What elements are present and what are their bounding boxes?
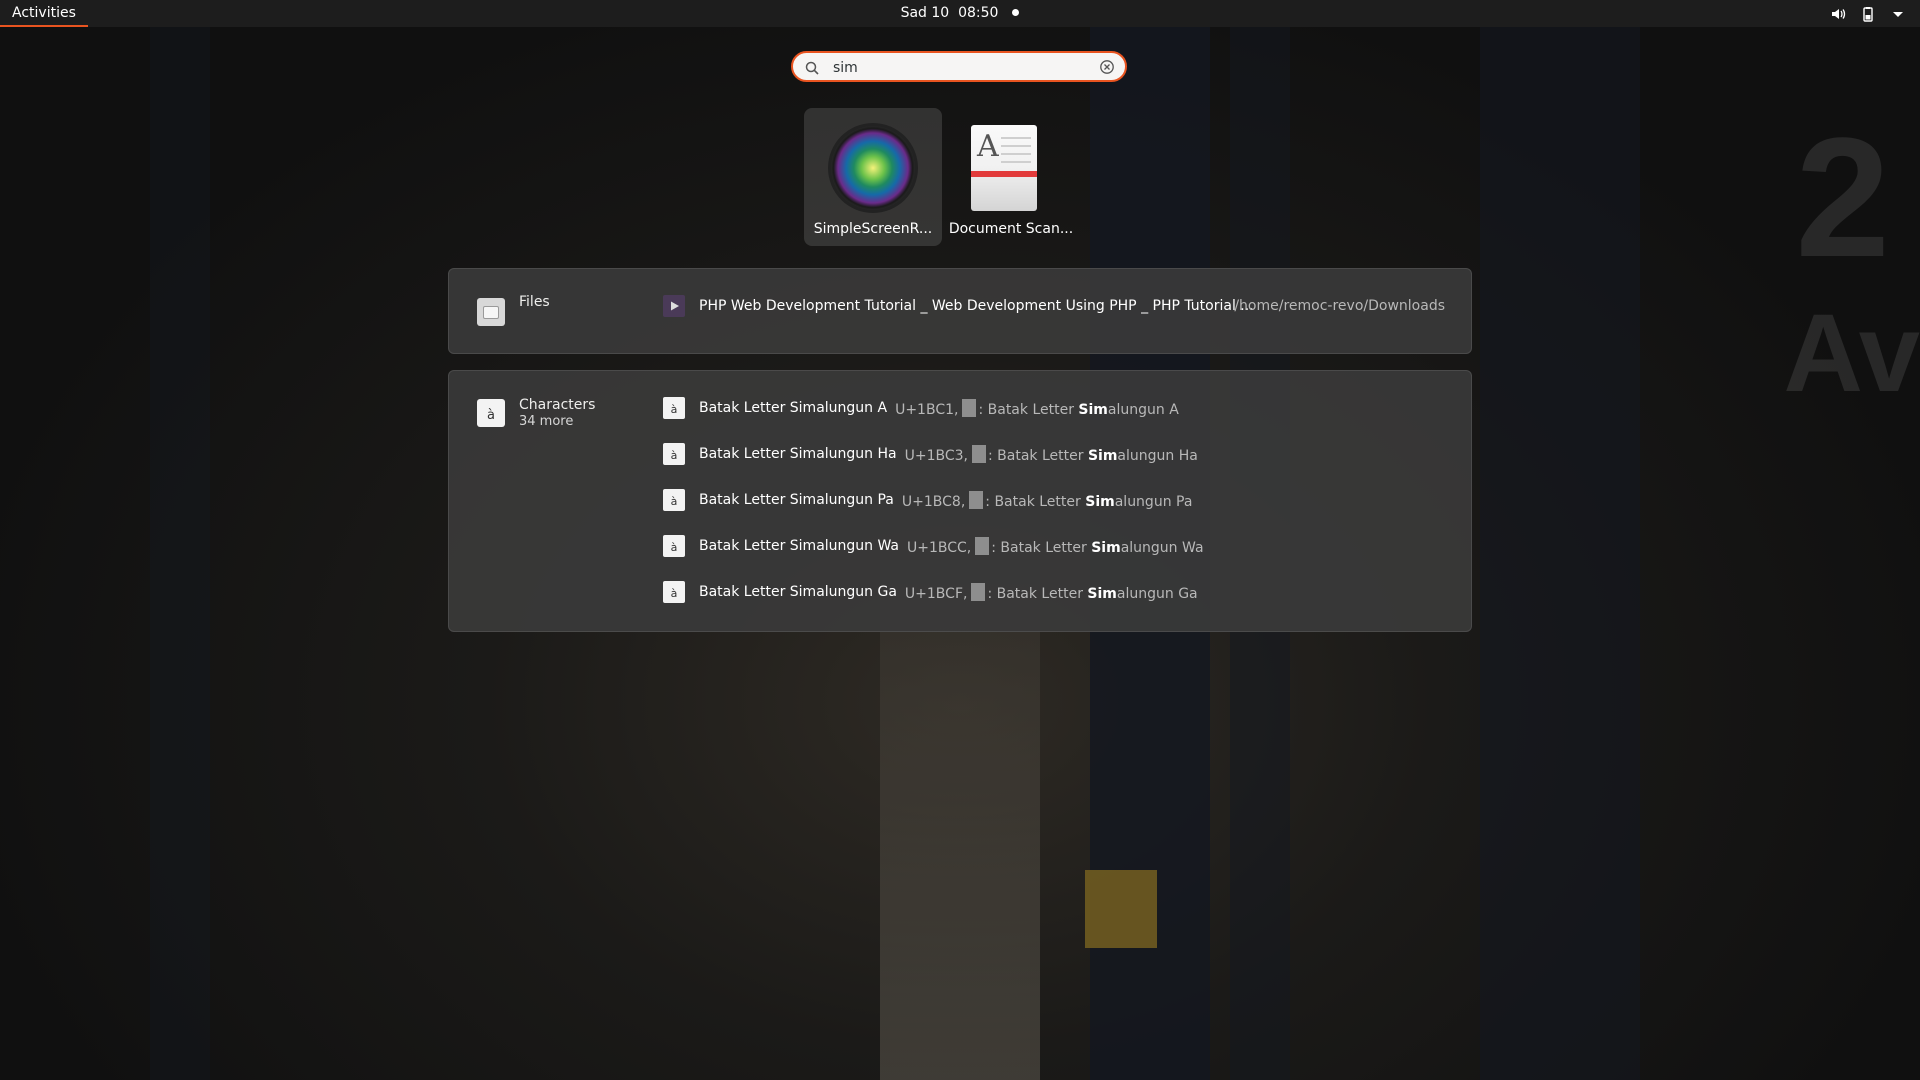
characters-app-icon[interactable]: à <box>477 399 505 427</box>
clear-search-icon[interactable] <box>1099 59 1115 79</box>
document-scanner-icon: A <box>971 125 1037 211</box>
file-result[interactable]: PHP Web Development Tutorial _ Web Devel… <box>663 294 1254 318</box>
char-code: U+1BC3, <box>904 447 968 464</box>
file-result-title: PHP Web Development Tutorial _ Web Devel… <box>699 298 1254 314</box>
search-entry[interactable] <box>791 51 1127 82</box>
desc-post: alungun Wa <box>1120 539 1204 556</box>
character-result[interactable]: à Batak Letter Simalungun Ga U+1BCF, : Ba… <box>663 580 1198 604</box>
file-result-path: /home/remoc-revo/Downloads <box>1234 298 1445 314</box>
system-tray[interactable] <box>1830 0 1906 27</box>
character-icon: à <box>663 397 685 419</box>
character-result[interactable]: à Batak Letter Simalungun A U+1BC1, : Bat… <box>663 396 1179 420</box>
character-description: U+1BCC, : Batak Letter Simalungun Wa <box>907 536 1204 556</box>
app-results: SimpleScreenR... A Document Scan... <box>804 108 1080 246</box>
app-result-simplescreenrecorder[interactable]: SimpleScreenR... <box>804 108 942 246</box>
character-icon: à <box>663 443 685 465</box>
char-code: U+1BC8, <box>901 493 966 510</box>
desc-post: alungun Ga <box>1116 585 1198 602</box>
camera-lens-icon <box>828 123 918 213</box>
character-description: U+1BC8, : Batak Letter Simalungun Pa <box>901 490 1193 510</box>
desc-pre: : Batak Letter <box>987 447 1088 464</box>
more-results-link[interactable]: 34 more <box>519 414 573 429</box>
character-title: Batak Letter Simalungun Pa <box>699 492 894 508</box>
search-input[interactable] <box>831 56 1095 79</box>
desc-match: Sim <box>1085 493 1115 510</box>
missing-glyph-box <box>971 582 986 601</box>
character-description: U+1BC3, : Batak Letter Simalungun Ha <box>904 444 1198 464</box>
characters-glyph: à <box>487 408 495 423</box>
char-glyph: à <box>670 449 678 462</box>
missing-glyph-box <box>969 490 984 509</box>
clock-button[interactable]: Sad 10 08:50 <box>901 5 1020 21</box>
char-glyph: à <box>670 403 678 416</box>
missing-glyph-box <box>962 398 977 417</box>
character-result[interactable]: à Batak Letter Simalungun Ha U+1BC3, : Ba… <box>663 442 1198 466</box>
desc-post: alungun Ha <box>1117 447 1198 464</box>
desc-post: alungun A <box>1107 401 1179 418</box>
files-app-icon[interactable] <box>477 298 505 326</box>
app-result-document-scanner[interactable]: A Document Scan... <box>942 108 1080 246</box>
missing-glyph-box <box>975 536 990 555</box>
battery-icon[interactable] <box>1860 6 1876 22</box>
char-glyph: à <box>670 587 678 600</box>
notification-dot-icon <box>1012 9 1020 16</box>
char-glyph: à <box>670 495 678 508</box>
desc-pre: : Batak Letter <box>987 585 1088 602</box>
app-label: SimpleScreenR... <box>813 221 933 237</box>
character-description: U+1BCF, : Batak Letter Simalungun Ga <box>904 582 1198 602</box>
desc-match: Sim <box>1091 539 1121 556</box>
character-result[interactable]: à Batak Letter Simalungun Pa U+1BC8, : Ba… <box>663 488 1192 512</box>
video-file-icon <box>663 295 685 317</box>
character-title: Batak Letter Simalungun Ha <box>699 446 897 462</box>
desc-match: Sim <box>1078 401 1108 418</box>
clock-label: Sad 10 08:50 <box>900 5 999 21</box>
search-icon <box>805 60 819 79</box>
app-label: Document Scan... <box>948 221 1074 237</box>
desc-pre: : Batak Letter <box>985 493 1086 510</box>
character-title: Batak Letter Simalungun A <box>699 400 888 416</box>
provider-name: Files <box>519 294 550 310</box>
desc-pre: : Batak Letter <box>991 539 1092 556</box>
char-code: U+1BCF, <box>904 585 968 602</box>
desc-pre: : Batak Letter <box>978 401 1079 418</box>
characters-results-panel: à Characters 34 more à Batak Letter Sima… <box>448 370 1472 632</box>
character-icon: à <box>663 581 685 603</box>
char-glyph: à <box>670 541 678 554</box>
top-bar: Activities Sad 10 08:50 <box>0 0 1920 27</box>
character-icon: à <box>663 535 685 557</box>
clock-area: Sad 10 08:50 <box>0 0 1920 26</box>
missing-glyph-box <box>971 444 986 463</box>
char-code: U+1BC1, <box>895 401 959 418</box>
desc-match: Sim <box>1087 447 1118 464</box>
character-icon: à <box>663 489 685 511</box>
character-result[interactable]: à Batak Letter Simalungun Wa U+1BCC, : Ba… <box>663 534 1204 558</box>
volume-icon[interactable] <box>1830 6 1846 22</box>
character-title: Batak Letter Simalungun Wa <box>699 538 900 554</box>
system-menu-arrow-icon[interactable] <box>1890 6 1906 22</box>
activities-button[interactable]: Activities <box>0 0 88 27</box>
character-title: Batak Letter Simalungun Ga <box>699 584 897 600</box>
files-results-panel: Files PHP Web Development Tutorial _ Web… <box>448 268 1472 354</box>
provider-name: Characters <box>519 397 596 413</box>
char-code: U+1BCC, <box>907 539 972 556</box>
desc-match: Sim <box>1087 585 1117 602</box>
desc-post: alungun Pa <box>1114 493 1193 510</box>
character-description: U+1BC1, : Batak Letter Simalungun A <box>895 398 1179 418</box>
